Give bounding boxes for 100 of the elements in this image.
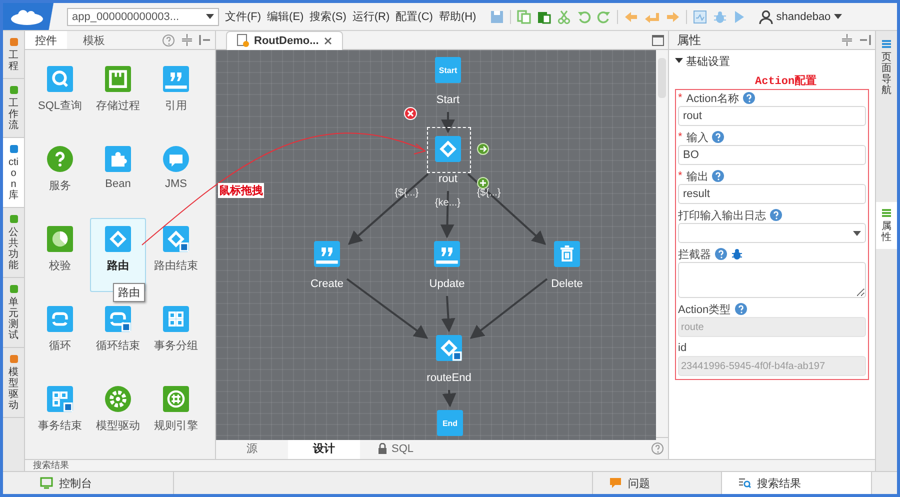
flow-node[interactable] xyxy=(435,136,461,162)
flow-node[interactable] xyxy=(314,241,340,267)
flow-node[interactable] xyxy=(554,241,580,267)
menu-item[interactable]: 帮助(H) xyxy=(438,9,476,24)
caret-icon[interactable] xyxy=(834,14,842,19)
annotation-label: 鼠标拖拽 xyxy=(218,183,264,198)
loop-icon xyxy=(105,306,131,332)
lock-icon xyxy=(378,443,388,454)
monitor-icon[interactable] xyxy=(693,10,708,24)
required-mark: * xyxy=(678,131,682,143)
copy-icon[interactable] xyxy=(517,10,532,24)
palette-item[interactable]: JMS xyxy=(148,138,204,212)
panel-tab[interactable]: 控件 xyxy=(25,31,67,49)
flow-node[interactable] xyxy=(436,335,462,361)
quote-icon xyxy=(163,66,189,92)
menu-item[interactable]: 配置(C) xyxy=(396,9,433,24)
section-header[interactable]: 基础设置 xyxy=(675,53,869,69)
puzzle-icon xyxy=(105,146,131,172)
magnifier-icon xyxy=(47,66,73,92)
maximize-icon[interactable] xyxy=(652,34,664,46)
menu-item[interactable]: 文件(F) xyxy=(225,9,262,24)
field-label: Action类型 xyxy=(678,302,731,316)
panel-title: 搜索结果 xyxy=(33,460,69,470)
help-icon[interactable] xyxy=(715,248,727,260)
list-icon xyxy=(881,39,892,49)
palette-item[interactable]: 路由结束 xyxy=(148,218,204,292)
menu-item[interactable]: 编辑(E) xyxy=(267,9,304,24)
field-label: 打印输入输出日志 xyxy=(678,208,766,222)
view-tab[interactable]: SQL xyxy=(360,438,432,459)
menu-item[interactable]: 运行(R) xyxy=(352,9,390,24)
user-icon xyxy=(759,10,774,24)
input-field[interactable]: BO xyxy=(678,145,866,165)
palette-item[interactable]: Bean xyxy=(90,138,146,212)
field-label: 输出 xyxy=(686,170,708,184)
palette-item[interactable]: 事务分组 xyxy=(148,298,204,372)
help-icon[interactable] xyxy=(770,209,782,221)
menu-item[interactable]: 搜索(S) xyxy=(310,9,346,24)
caret-icon[interactable] xyxy=(675,58,683,64)
pin-icon[interactable] xyxy=(859,34,871,46)
tab-icon xyxy=(8,354,18,364)
tab-icon xyxy=(8,37,18,47)
input-field[interactable]: rout xyxy=(678,106,866,126)
hash-icon xyxy=(163,386,189,412)
collapse-icon[interactable] xyxy=(181,34,193,46)
app-dropdown[interactable]: app_000000000003... xyxy=(67,8,219,26)
select-field[interactable] xyxy=(678,223,866,243)
field-label: 拦截器 xyxy=(678,248,711,262)
palette-item[interactable]: 校验 xyxy=(32,218,88,292)
monitor-icon xyxy=(40,477,53,489)
side-tab[interactable]: ction库 xyxy=(3,138,24,208)
panel-tab[interactable]: 模板 xyxy=(73,31,115,49)
close-icon[interactable] xyxy=(324,36,332,44)
side-tab[interactable]: 属性 xyxy=(876,202,897,249)
play-icon[interactable] xyxy=(733,10,746,24)
required-mark: * xyxy=(678,92,682,104)
pin-icon[interactable] xyxy=(199,34,211,46)
node-label: Create xyxy=(310,278,344,290)
input-field[interactable]: result xyxy=(678,184,866,204)
paste-icon[interactable] xyxy=(537,10,552,24)
connector-arrow[interactable] xyxy=(467,173,546,245)
status-tab[interactable]: 搜索结果 xyxy=(722,472,872,494)
grid-icon xyxy=(47,386,73,412)
palette-item[interactable]: 事务结束 xyxy=(32,378,88,452)
node-label: Start xyxy=(436,94,460,106)
cut-icon[interactable] xyxy=(557,10,572,24)
tab-icon xyxy=(8,284,18,294)
palette-item[interactable]: 循环 xyxy=(32,298,88,372)
palette-item[interactable]: 引用 xyxy=(148,58,204,132)
flow-node[interactable] xyxy=(434,241,460,267)
help-icon[interactable] xyxy=(712,131,724,143)
palette-item[interactable]: 存储过程 xyxy=(90,58,146,132)
forward-arrow-icon[interactable] xyxy=(666,10,680,24)
view-tab[interactable]: 设计 xyxy=(288,438,360,459)
save-icon[interactable] xyxy=(490,10,504,24)
help-icon[interactable] xyxy=(651,442,664,455)
annotation-label: Action配置 xyxy=(755,74,817,88)
collapse-icon[interactable] xyxy=(841,34,853,46)
tooltip: 路由 xyxy=(113,283,145,302)
status-tab[interactable]: 控制台 xyxy=(24,472,174,494)
undo-icon[interactable] xyxy=(577,10,592,24)
help-icon[interactable] xyxy=(162,34,175,46)
palette-item[interactable]: 模型驱动 xyxy=(90,378,146,452)
node-label: rout xyxy=(438,173,458,185)
palette-item[interactable]: SQL查询 xyxy=(32,58,88,132)
caret-icon xyxy=(853,230,861,236)
palette-item[interactable]: 服务 xyxy=(32,138,88,212)
tab-icon xyxy=(8,144,18,154)
node-label: routeEnd xyxy=(426,372,472,384)
field-label: id xyxy=(678,342,687,354)
loop-icon xyxy=(47,306,73,332)
bug-icon[interactable] xyxy=(731,248,743,260)
user-name[interactable]: shandebao xyxy=(776,10,831,22)
redo-icon[interactable] xyxy=(597,10,612,24)
help-icon[interactable] xyxy=(742,92,755,104)
editor-tab[interactable]: RoutDemo... xyxy=(226,30,343,50)
connector-arrow[interactable] xyxy=(441,112,455,134)
palette-item[interactable]: 规则引擎 xyxy=(148,378,204,452)
help-icon[interactable] xyxy=(712,170,724,182)
back-arrow-icon[interactable] xyxy=(624,10,638,24)
view-tab[interactable]: 源 xyxy=(216,438,288,459)
